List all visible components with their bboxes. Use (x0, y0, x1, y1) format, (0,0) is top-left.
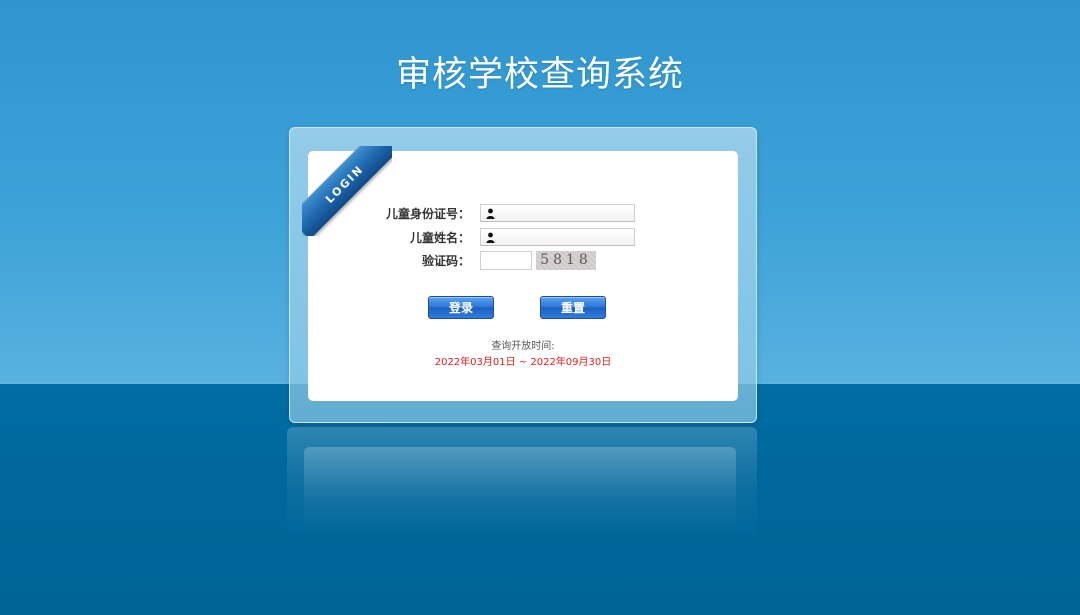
page-title: 审核学校查询系统 (395, 55, 684, 95)
user-icon (486, 232, 495, 243)
id-row: 儿童身份证号： (370, 203, 635, 223)
child-name-input[interactable] (480, 228, 635, 246)
id-label: 儿童身份证号： (385, 206, 470, 221)
captcha-input-value (481, 257, 484, 270)
captcha-label: 验证码： (421, 253, 470, 268)
captcha-image[interactable]: 5818 (536, 250, 596, 270)
name-label: 儿童姓名： (409, 230, 470, 245)
user-icon (486, 208, 495, 219)
reset-button[interactable]: 重置 (540, 296, 606, 319)
captcha-row: 验证码： 5818 (370, 250, 596, 270)
login-button[interactable]: 登录 (428, 296, 494, 319)
open-time-label: 查询开放时间: (491, 341, 555, 352)
name-row: 儿童姓名： (370, 227, 635, 247)
captcha-input[interactable] (480, 250, 532, 270)
id-number-input[interactable] (480, 204, 635, 222)
panel-reflection-inner (304, 447, 736, 537)
open-time-range: 2022年03月01日 ~ 2022年09月30日 (434, 357, 612, 368)
